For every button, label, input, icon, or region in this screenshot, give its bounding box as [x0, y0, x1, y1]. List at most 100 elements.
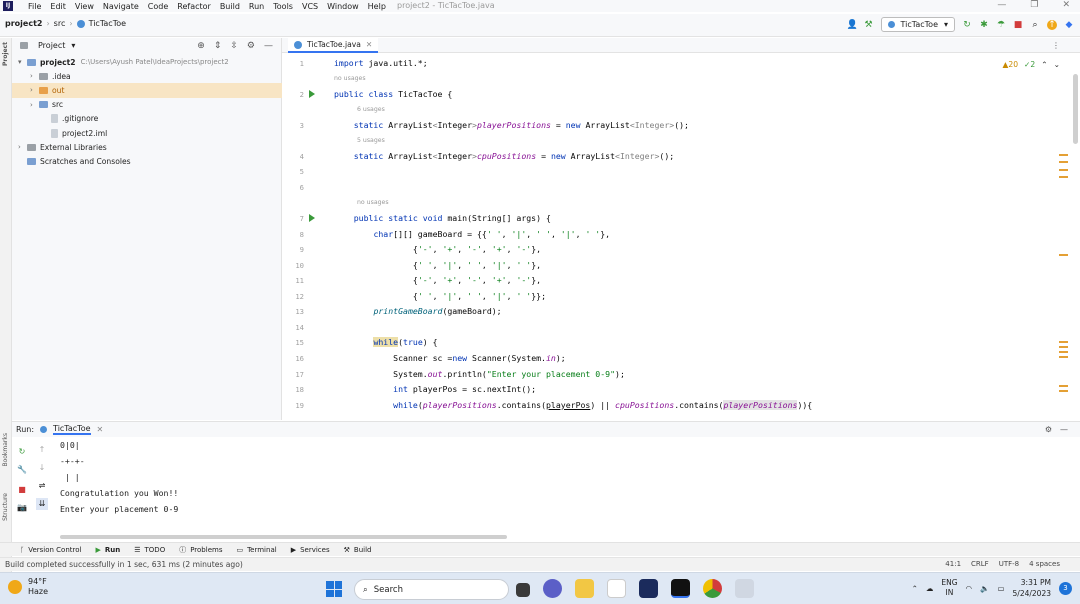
warning-marker[interactable]: [1059, 351, 1068, 353]
chevron-up-icon[interactable]: ⌃: [912, 584, 918, 593]
file-explorer-icon[interactable]: [575, 579, 594, 598]
chevron-up-icon[interactable]: ⌃: [1041, 60, 1047, 69]
tool-problems[interactable]: ⓘ Problems: [179, 545, 222, 555]
code-line[interactable]: while(true) {: [334, 337, 438, 347]
console-scrollbar[interactable]: [60, 535, 507, 539]
tool-services[interactable]: ▶ Services: [291, 546, 330, 554]
tool-run[interactable]: ▶ Run: [95, 546, 120, 554]
inspection-widget[interactable]: ▲20 ✓2 ⌃ ⌄: [1003, 60, 1060, 69]
editor-scrollbar[interactable]: [1073, 74, 1078, 144]
tree-item[interactable]: project2.iml: [12, 126, 282, 140]
code-line[interactable]: static ArrayList<Integer>cpuPositions = …: [334, 151, 674, 161]
hide-icon[interactable]: —: [1060, 425, 1068, 434]
camera-icon[interactable]: 📷: [16, 502, 28, 514]
menu-navigate[interactable]: Navigate: [103, 2, 139, 11]
code-line[interactable]: int playerPos = sc.nextInt();: [334, 384, 536, 394]
gear-icon[interactable]: ⚙: [1045, 425, 1052, 434]
plugin-logo-icon[interactable]: ◆: [1064, 20, 1074, 30]
battery-icon[interactable]: ▭: [997, 584, 1004, 593]
line-separator[interactable]: CRLF: [971, 560, 989, 568]
menu-help[interactable]: Help: [368, 2, 386, 11]
code-line[interactable]: static ArrayList<Integer>playerPositions…: [334, 120, 689, 130]
status-message[interactable]: Build completed successfully in 1 sec, 6…: [5, 560, 243, 569]
code-line[interactable]: System.out.println("Enter your placement…: [334, 369, 625, 379]
usage-hint[interactable]: 6 usages: [357, 106, 385, 113]
menu-view[interactable]: View: [75, 2, 94, 11]
code-area[interactable]: no usages 6 usages 5 usages no usages import…: [334, 54, 1014, 420]
console-output[interactable]: 0|0| -+-+- | | Congratulation you Won!! …: [60, 440, 1040, 520]
project-panel-title[interactable]: Project: [38, 41, 65, 50]
weather-widget[interactable]: 94°F Haze: [8, 577, 48, 597]
onedrive-icon[interactable]: ☁: [926, 584, 934, 593]
menu-code[interactable]: Code: [148, 2, 168, 11]
user-icon[interactable]: 👤: [847, 20, 858, 30]
file-encoding[interactable]: UTF-8: [999, 560, 1019, 568]
tool-version-control[interactable]: ᚴ Version Control: [20, 546, 81, 554]
usage-hint[interactable]: 5 usages: [357, 137, 385, 144]
code-line[interactable]: {'-', '+', '-', '+', '-'},: [334, 275, 541, 285]
expand-caret-icon[interactable]: ›: [30, 86, 39, 94]
menu-vcs[interactable]: VCS: [302, 2, 318, 11]
tree-item[interactable]: › out: [12, 83, 282, 98]
tree-item[interactable]: .gitignore: [12, 112, 282, 126]
chat-app-icon[interactable]: [543, 579, 562, 598]
rerun-icon[interactable]: ↻: [16, 446, 28, 458]
code-line[interactable]: char[][] gameBoard = {{' ', '|', ' ', '|…: [334, 229, 610, 239]
run-main-icon[interactable]: [309, 214, 315, 222]
code-line[interactable]: public class TicTacToe {: [334, 89, 452, 99]
code-line[interactable]: printGameBoard(gameBoard);: [334, 306, 501, 316]
language-indicator[interactable]: ENG IN: [941, 578, 957, 598]
project-tool-button[interactable]: Project: [2, 42, 9, 66]
close-tab-icon[interactable]: ✕: [97, 425, 104, 434]
expand-caret-icon[interactable]: ›: [30, 101, 39, 109]
caret-position[interactable]: 41:1: [945, 560, 961, 568]
indent-setting[interactable]: 4 spaces: [1029, 560, 1060, 568]
rerun-icon[interactable]: ↻: [962, 20, 972, 30]
warning-marker[interactable]: [1059, 390, 1068, 392]
expand-caret-icon[interactable]: ▾: [18, 58, 27, 66]
build-hammer-icon[interactable]: ⚒: [864, 20, 874, 30]
breadcrumb-class[interactable]: TicTacToe: [89, 19, 126, 28]
clock[interactable]: 3:31 PM 5/24/2023: [1013, 577, 1051, 599]
warning-marker[interactable]: [1059, 346, 1068, 348]
tree-item[interactable]: Scratches and Consoles: [12, 154, 282, 168]
task-view-icon[interactable]: [516, 583, 530, 597]
warning-marker[interactable]: [1059, 385, 1068, 387]
menu-build[interactable]: Build: [220, 2, 240, 11]
expand-all-icon[interactable]: ⇕: [214, 41, 222, 51]
run-tab-tictactoe[interactable]: TicTacToe: [53, 424, 91, 435]
tool-terminal[interactable]: ▭ Terminal: [236, 546, 276, 554]
tool-build[interactable]: ⚒ Build: [344, 546, 372, 554]
warning-marker[interactable]: [1059, 356, 1068, 358]
close-button[interactable]: ✕: [1062, 0, 1070, 10]
collapse-all-icon[interactable]: ⇳: [230, 41, 238, 51]
code-line[interactable]: while(playerPositions.contains(playerPos…: [334, 400, 812, 410]
code-line[interactable]: {' ', '|', ' ', '|', ' '}};: [334, 291, 546, 301]
warning-marker[interactable]: [1059, 169, 1068, 171]
usage-hint[interactable]: no usages: [334, 75, 366, 82]
expand-caret-icon[interactable]: ›: [18, 143, 27, 151]
run-configuration-select[interactable]: TicTacToe ▾: [880, 17, 955, 32]
close-tab-icon[interactable]: ✕: [366, 40, 372, 49]
minimize-button[interactable]: —: [997, 0, 1006, 10]
select-opened-file-icon[interactable]: ⊕: [197, 41, 205, 51]
chevron-down-icon[interactable]: ▾: [71, 41, 75, 50]
chevron-down-icon[interactable]: ⌄: [1054, 60, 1060, 69]
media-app-icon[interactable]: [639, 579, 658, 598]
tree-item[interactable]: ▾ project2 C:\Users\Ayush Patel\IdeaProjec…: [12, 55, 282, 69]
breadcrumb-src[interactable]: src: [54, 19, 66, 28]
expand-caret-icon[interactable]: ›: [30, 72, 39, 80]
stop-icon[interactable]: ■: [1013, 20, 1023, 30]
soft-wrap-icon[interactable]: ⇌: [36, 480, 48, 492]
code-line[interactable]: public static void main(String[] args) {: [334, 213, 551, 223]
search-icon[interactable]: ⌕: [1030, 20, 1040, 30]
tab-tictactoe-java[interactable]: TicTacToe.java ✕: [288, 38, 379, 53]
run-coverage-icon[interactable]: ☂: [996, 20, 1006, 30]
usage-hint[interactable]: no usages: [357, 199, 389, 206]
updates-icon[interactable]: ↑: [1047, 19, 1057, 30]
menu-window[interactable]: Window: [327, 2, 359, 11]
windows-start-icon[interactable]: [326, 581, 342, 597]
stop-icon[interactable]: ■: [16, 484, 28, 496]
intellij-taskbar-icon[interactable]: [671, 579, 690, 598]
menu-tools[interactable]: Tools: [273, 2, 293, 11]
